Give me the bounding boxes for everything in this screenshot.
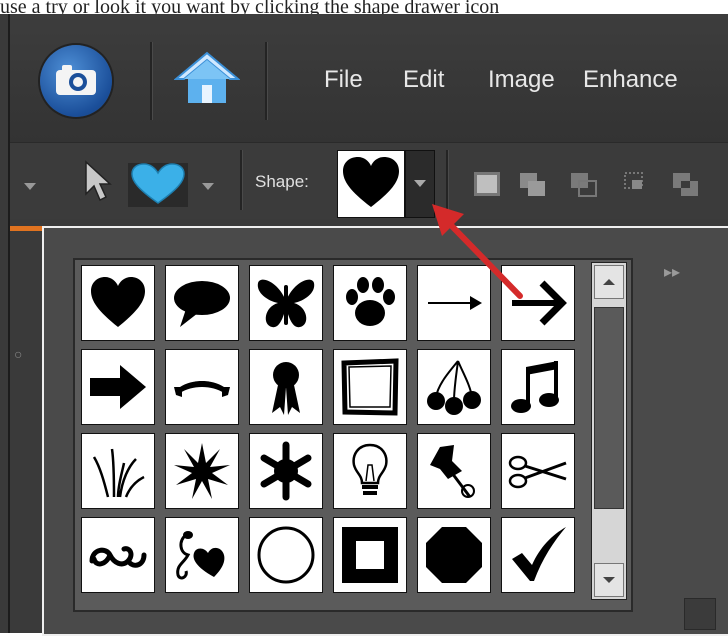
scroll-thumb[interactable]: [594, 307, 624, 509]
menu-separator: [150, 42, 153, 120]
scroll-up-button[interactable]: [594, 265, 624, 299]
shape-option[interactable]: [502, 434, 574, 508]
resize-grip[interactable]: [684, 598, 716, 630]
shape-label: Shape:: [255, 172, 309, 191]
exclude-shape-button[interactable]: [672, 172, 698, 196]
shape-option[interactable]: [166, 518, 238, 592]
chevron-down-icon: [603, 577, 615, 583]
add-to-shape-button[interactable]: [519, 172, 545, 196]
shape-option[interactable]: [250, 434, 322, 508]
shape-option[interactable]: [334, 266, 406, 340]
shape-option[interactable]: [250, 266, 322, 340]
shape-option[interactable]: [250, 518, 322, 592]
shape-option[interactable]: [334, 518, 406, 592]
shape-option[interactable]: [166, 350, 238, 424]
intersect-shape-icon: [624, 172, 654, 202]
menu-image[interactable]: Image: [488, 66, 555, 94]
shape-option[interactable]: [166, 434, 238, 508]
menu-separator: [265, 42, 268, 120]
shape-grid-scrollbar[interactable]: [591, 262, 627, 600]
shape-option[interactable]: [82, 434, 154, 508]
custom-shape-tool-icon[interactable]: [128, 163, 190, 212]
panel-menu-flyout-icon[interactable]: ▸▸: [664, 262, 680, 282]
chevron-down-icon[interactable]: [24, 183, 36, 190]
menu-edit[interactable]: Edit: [403, 66, 444, 94]
exclude-shape-icon: [672, 173, 702, 202]
camera-logo-button[interactable]: [40, 45, 112, 117]
annotation-arrow-icon: [424, 196, 534, 311]
scroll-down-button[interactable]: [594, 563, 624, 597]
shape-option[interactable]: [418, 434, 490, 508]
side-panel-stub: ○: [14, 346, 23, 362]
subtract-shape-icon: [570, 173, 600, 202]
shape-option[interactable]: [418, 518, 490, 592]
shape-option[interactable]: [418, 350, 490, 424]
selection-arrow-icon[interactable]: [82, 160, 112, 207]
chevron-down-icon[interactable]: [202, 183, 214, 190]
toolbar-separator: [240, 150, 243, 210]
new-shape-layer-button[interactable]: [474, 172, 500, 196]
shape-option[interactable]: [502, 518, 574, 592]
shape-option[interactable]: [166, 266, 238, 340]
menu-file[interactable]: File: [324, 66, 363, 94]
intersect-shape-button[interactable]: [624, 172, 650, 196]
shape-option[interactable]: [334, 434, 406, 508]
shape-option[interactable]: [334, 350, 406, 424]
menu-enhance[interactable]: Enhance: [583, 66, 678, 94]
shape-option[interactable]: [82, 350, 154, 424]
chevron-down-icon: [414, 180, 426, 187]
shape-selector[interactable]: [338, 151, 404, 217]
heart-icon: [338, 157, 404, 221]
subtract-shape-button[interactable]: [570, 172, 597, 197]
chevron-up-icon: [603, 279, 615, 285]
shape-option[interactable]: [502, 350, 574, 424]
shape-option[interactable]: [250, 350, 322, 424]
shape-option[interactable]: [82, 266, 154, 340]
shape-option[interactable]: [82, 518, 154, 592]
home-icon[interactable]: [173, 49, 241, 112]
